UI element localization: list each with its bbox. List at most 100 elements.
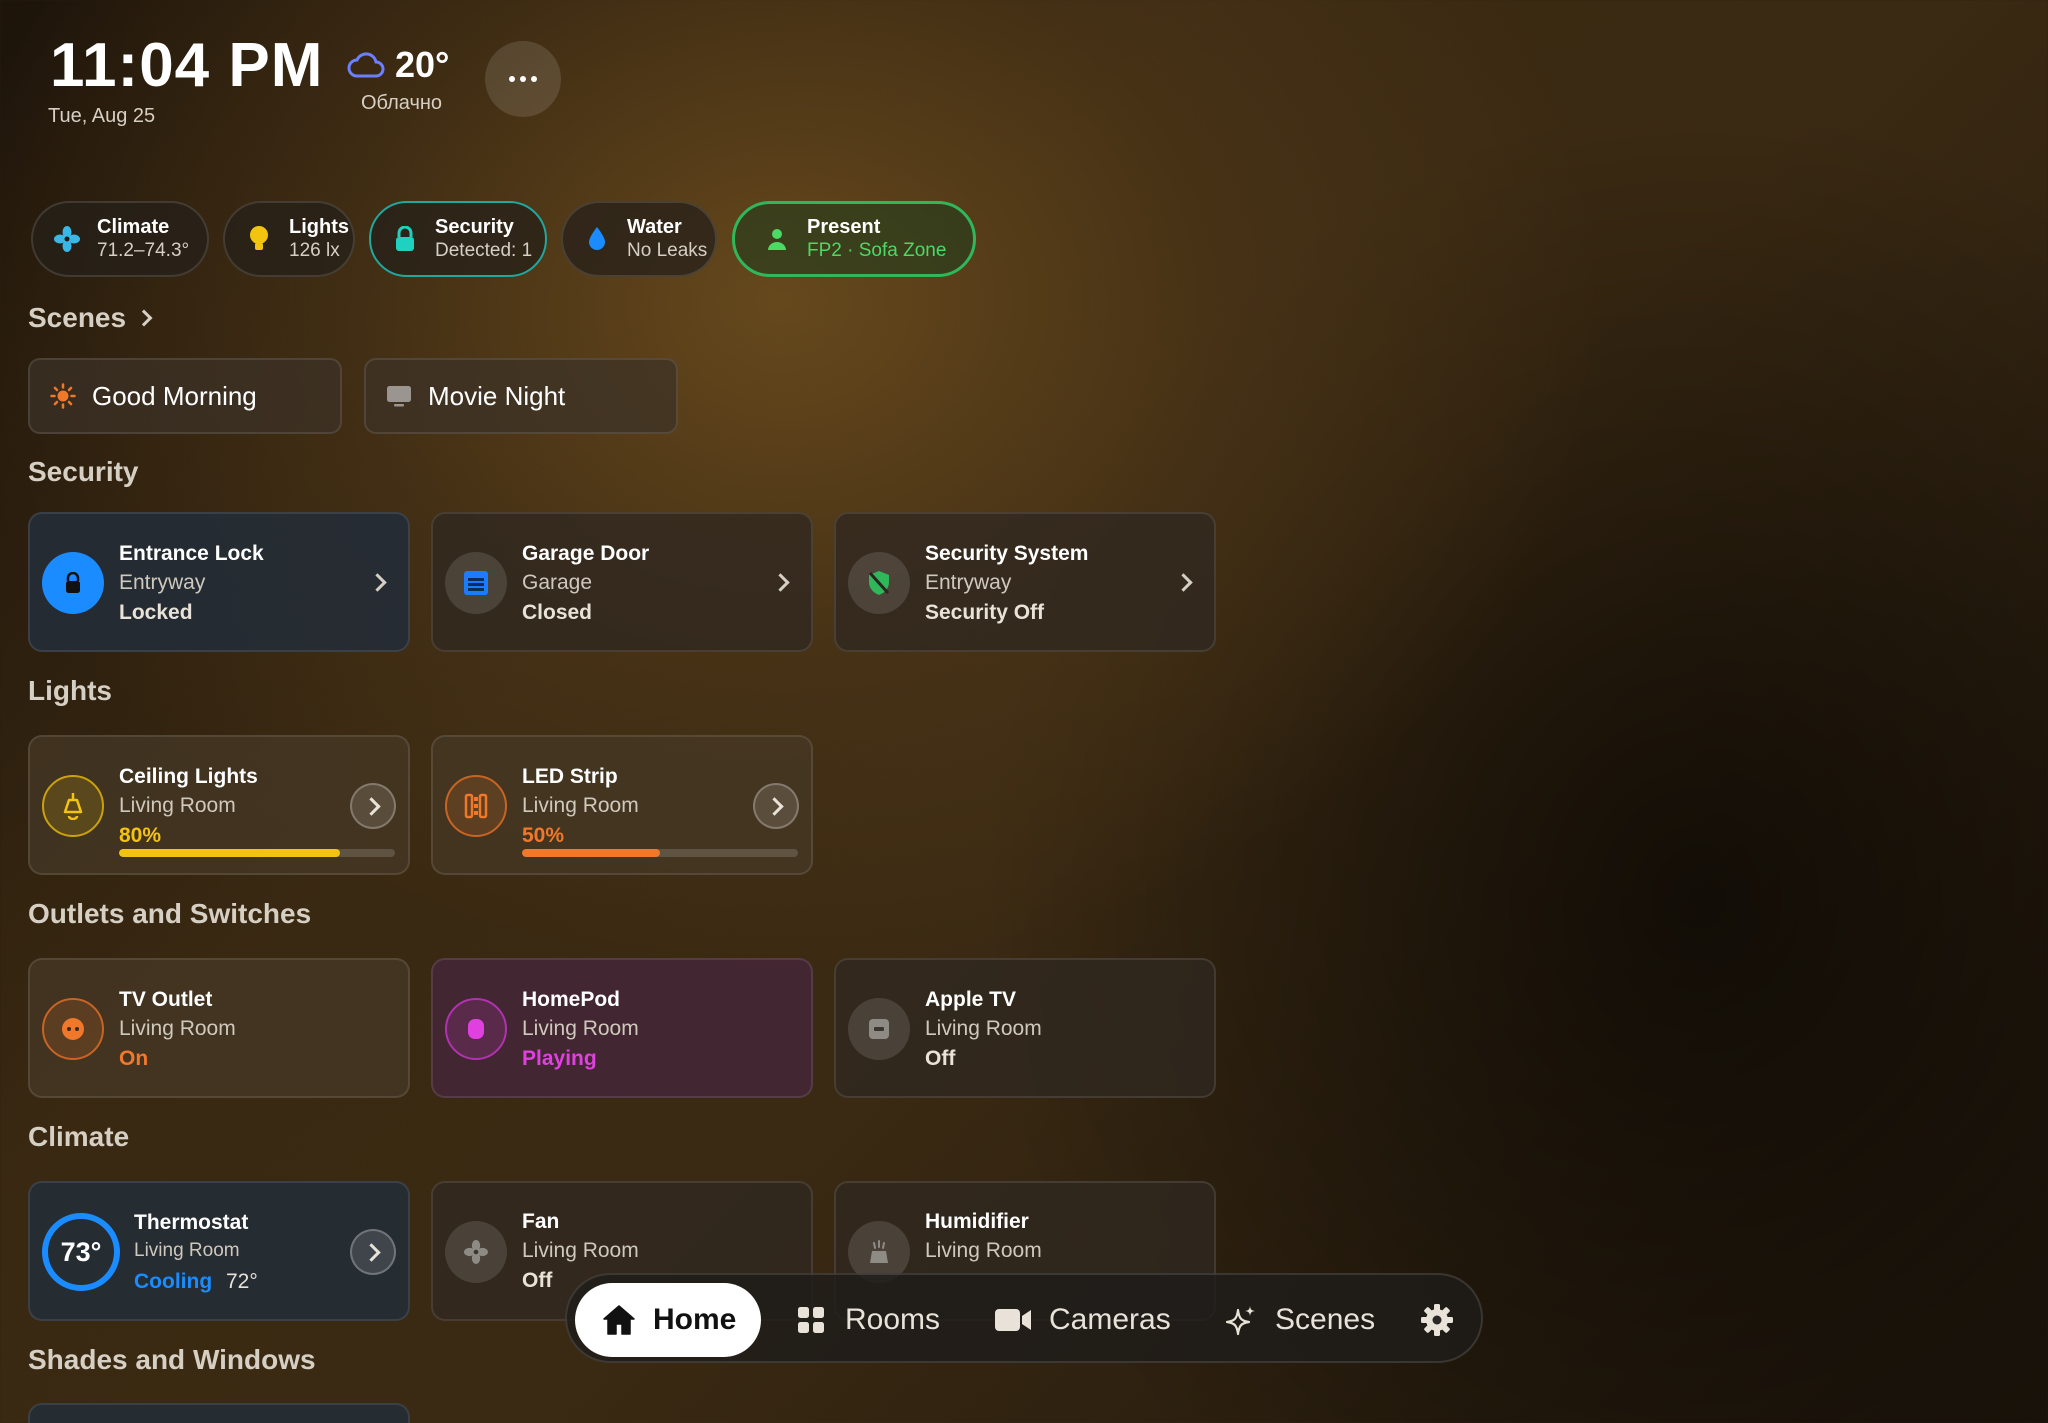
scene-label: Movie Night — [428, 380, 566, 411]
section-scenes-header[interactable]: Scenes — [28, 302, 153, 334]
device-card-led-strip[interactable]: LED Strip Living Room 50% — [431, 735, 813, 875]
device-card-entrance-lock[interactable]: Entrance Lock Entryway Locked — [28, 512, 410, 652]
device-room: Entryway — [925, 571, 1012, 594]
status-chip-presence[interactable]: Present FP2 · Sofa Zone — [732, 201, 976, 277]
status-chip-water[interactable]: Water No Leaks — [561, 201, 717, 277]
section-security-header: Security — [28, 456, 139, 487]
grid-icon — [793, 1302, 829, 1338]
device-room: Garage — [522, 571, 593, 594]
thermostat-current-temp: 73° — [42, 1213, 120, 1291]
device-card-ceiling-lights[interactable]: Ceiling Lights Living Room 80% — [28, 735, 410, 875]
device-room: Living Room — [925, 1017, 1042, 1040]
device-state: Off — [522, 1269, 553, 1292]
ceiling-lamp-icon — [42, 775, 104, 837]
nav-label: Home — [653, 1303, 737, 1336]
section-outlets-header: Outlets and Switches — [28, 898, 312, 929]
tv-icon — [386, 383, 412, 409]
chip-title: Water — [627, 216, 682, 238]
status-chip-security[interactable]: Security Detected: 1 — [369, 201, 547, 277]
brightness-fill — [522, 849, 660, 857]
shield-off-icon — [848, 552, 910, 614]
lock-icon — [42, 552, 104, 614]
fan-icon — [53, 225, 81, 253]
homepod-icon — [445, 998, 507, 1060]
brightness-slider[interactable] — [119, 849, 395, 857]
device-name: Ceiling Lights — [119, 765, 258, 788]
device-name: Entrance Lock — [119, 542, 264, 565]
device-name: Humidifier — [925, 1210, 1029, 1233]
clock-time: 11:04 PM — [50, 31, 324, 100]
device-room: Living Room — [522, 1017, 639, 1040]
nav-tab-cameras[interactable]: Cameras — [993, 1283, 1171, 1357]
chevron-right-icon[interactable] — [350, 783, 396, 829]
device-state: On — [119, 1047, 149, 1070]
device-name: LED Strip — [522, 765, 618, 788]
nav-label: Cameras — [1049, 1303, 1171, 1336]
weather-condition: Облачно — [361, 92, 443, 114]
nav-label: Rooms — [845, 1303, 941, 1336]
device-state: Locked — [119, 601, 193, 624]
chip-title: Security — [435, 216, 514, 238]
device-state: 80% — [119, 824, 162, 847]
device-state: Playing — [522, 1047, 597, 1070]
device-state: Security Off — [925, 601, 1045, 624]
device-state: 50% — [522, 824, 565, 847]
more-button[interactable] — [485, 41, 561, 117]
sparkles-icon — [1223, 1302, 1259, 1338]
device-card-tv-outlet[interactable]: TV Outlet Living Room On — [28, 958, 410, 1098]
device-card-homepod[interactable]: HomePod Living Room Playing — [431, 958, 813, 1098]
apple-tv-icon — [848, 998, 910, 1060]
lock-icon — [391, 225, 419, 253]
device-card-shade[interactable] — [28, 1403, 410, 1423]
device-name: Fan — [522, 1210, 560, 1233]
person-icon — [763, 225, 791, 253]
chip-title: Lights — [289, 216, 349, 238]
chip-title: Present — [807, 216, 881, 238]
house-icon — [601, 1302, 637, 1338]
device-room: Living Room — [134, 1240, 240, 1261]
garage-icon — [445, 552, 507, 614]
nav-tab-scenes[interactable]: Scenes — [1223, 1283, 1375, 1357]
chip-title: Climate — [97, 216, 170, 238]
device-room: Living Room — [522, 794, 639, 817]
section-climate-header: Climate — [28, 1121, 130, 1152]
status-chip-lights[interactable]: Lights 126 lx — [223, 201, 355, 277]
chip-subtitle: 71.2–74.3° — [97, 240, 190, 261]
device-card-garage-door[interactable]: Garage Door Garage Closed — [431, 512, 813, 652]
clock-date: Tue, Aug 25 — [48, 105, 156, 127]
nav-tab-rooms[interactable]: Rooms — [793, 1283, 940, 1357]
section-shades-header: Shades and Windows — [28, 1344, 316, 1375]
device-state: Closed — [522, 601, 593, 624]
chevron-right-icon[interactable] — [368, 573, 387, 592]
chip-subtitle: Detected: 1 — [435, 240, 533, 261]
chip-subtitle: No Leaks — [627, 240, 708, 261]
bottom-nav-bar: Home Rooms Cameras Scenes — [565, 1273, 1483, 1363]
scene-good-morning[interactable]: Good Morning — [28, 358, 342, 434]
device-name: Thermostat — [134, 1211, 249, 1234]
scene-movie-night[interactable]: Movie Night — [364, 358, 678, 434]
chevron-right-icon[interactable] — [1174, 573, 1193, 592]
chevron-right-icon[interactable] — [350, 1229, 396, 1275]
device-name: Apple TV — [925, 988, 1017, 1011]
device-card-thermostat[interactable]: 73° Thermostat Living Room Cooling 72° — [28, 1181, 410, 1321]
weather-temperature: 20° — [395, 44, 450, 85]
chevron-right-icon[interactable] — [771, 573, 790, 592]
status-chip-climate[interactable]: Climate 71.2–74.3° — [31, 201, 209, 277]
device-room: Living Room — [925, 1239, 1042, 1262]
fan-icon — [445, 1221, 507, 1283]
settings-button[interactable] — [1419, 1283, 1471, 1357]
brightness-slider[interactable] — [522, 849, 798, 857]
brightness-fill — [119, 849, 340, 857]
device-state: Off — [925, 1047, 956, 1070]
outlet-icon — [42, 998, 104, 1060]
chevron-right-icon — [135, 309, 153, 327]
chevron-right-icon[interactable] — [753, 783, 799, 829]
nav-label: Scenes — [1275, 1303, 1376, 1336]
device-card-apple-tv[interactable]: Apple TV Living Room Off — [834, 958, 1216, 1098]
section-title: Scenes — [28, 302, 127, 333]
video-camera-icon — [993, 1302, 1033, 1338]
ellipsis-icon — [509, 76, 515, 82]
device-room: Living Room — [119, 1017, 236, 1040]
device-card-security-system[interactable]: Security System Entryway Security Off — [834, 512, 1216, 652]
nav-tab-home[interactable]: Home — [575, 1283, 761, 1357]
